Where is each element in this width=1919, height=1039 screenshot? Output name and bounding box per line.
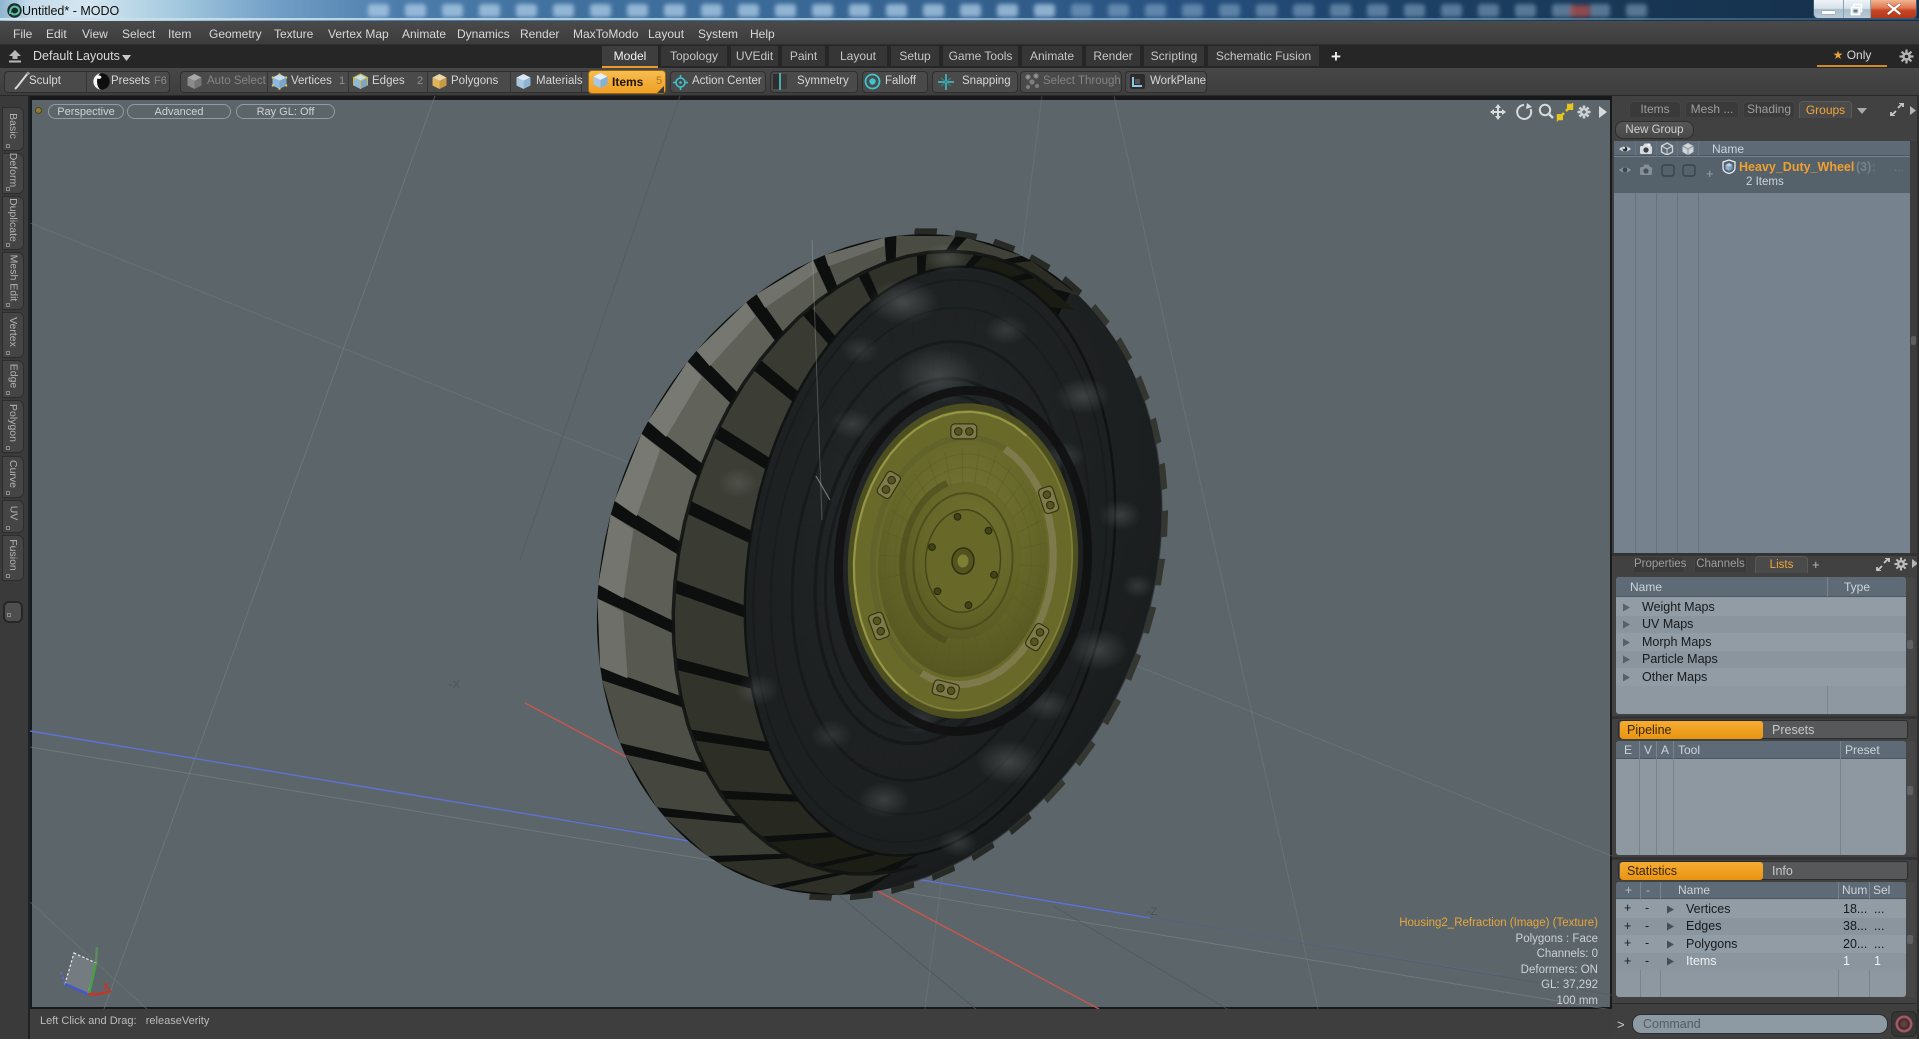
svg-text:-X: -X — [449, 679, 461, 691]
svg-text:X: X — [103, 982, 110, 993]
